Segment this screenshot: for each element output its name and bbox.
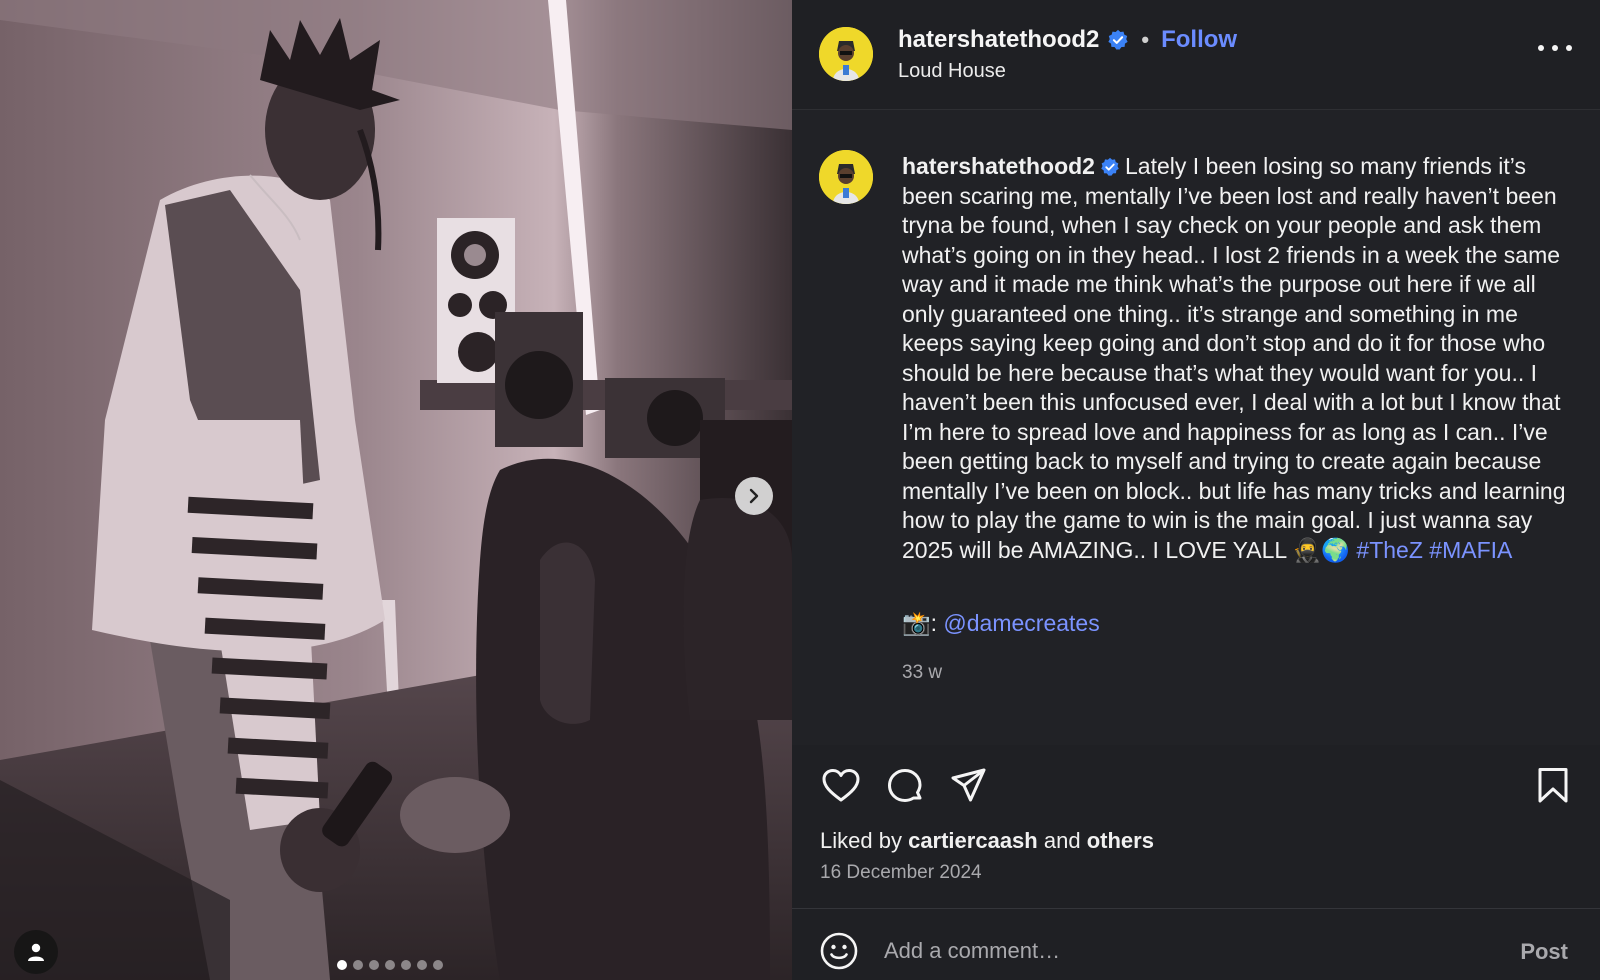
- hashtag-link[interactable]: #TheZ: [1356, 537, 1422, 563]
- carousel-dot: [369, 960, 379, 970]
- post-media[interactable]: [0, 0, 792, 980]
- carousel-dot: [353, 960, 363, 970]
- bookmark-icon[interactable]: [1532, 765, 1574, 807]
- share-icon[interactable]: [948, 765, 990, 807]
- comment-bar: Post: [792, 908, 1600, 980]
- post-date[interactable]: 16 December 2024: [820, 862, 982, 884]
- hashtag-link[interactable]: #MAFIA: [1429, 537, 1512, 563]
- post-caption: hatershatethood2 Lately I been losing so…: [902, 152, 1582, 565]
- chevron-right-icon: [749, 488, 759, 504]
- photo-credit: 📸: @damecreates: [902, 610, 1100, 637]
- post-sidebar: hatershatethood2 • Follow Loud House hat…: [792, 0, 1600, 980]
- caption-text: Lately I been losing so many friends it’…: [902, 153, 1566, 563]
- carousel-indicator: [337, 960, 443, 970]
- next-slide-button[interactable]: [735, 477, 773, 515]
- separator-dot: •: [1141, 27, 1150, 52]
- caption-area: hatershatethood2 Lately I been losing so…: [792, 110, 1600, 740]
- likes-others-link[interactable]: others: [1087, 828, 1154, 853]
- post-header: hatershatethood2 • Follow Loud House: [792, 0, 1600, 110]
- post-location[interactable]: Loud House: [898, 60, 1006, 83]
- header-user-line: hatershatethood2 • Follow: [898, 26, 1237, 54]
- carousel-dot: [433, 960, 443, 970]
- post-comment-button[interactable]: Post: [1520, 939, 1568, 965]
- avatar-image: [819, 27, 873, 81]
- liked-by-user-link[interactable]: cartiercaash: [908, 828, 1038, 853]
- comment-icon[interactable]: [884, 765, 926, 807]
- carousel-dot: [401, 960, 411, 970]
- follow-button[interactable]: Follow: [1161, 26, 1237, 54]
- carousel-dot: [417, 960, 427, 970]
- heart-icon[interactable]: [820, 765, 862, 807]
- emoji-icon[interactable]: [819, 931, 859, 971]
- tagged-users-button[interactable]: [14, 930, 58, 974]
- post-photo: [0, 0, 792, 980]
- likes-prefix: Liked by: [820, 828, 902, 853]
- user-tag-icon: [28, 943, 44, 961]
- header-username[interactable]: hatershatethood2: [898, 26, 1099, 54]
- post-actions: Liked by cartiercaash and others 16 Dece…: [792, 745, 1600, 915]
- verified-badge-icon: [1101, 157, 1119, 176]
- avatar[interactable]: [819, 150, 873, 204]
- comment-input[interactable]: [884, 931, 1504, 971]
- carousel-dot: [385, 960, 395, 970]
- verified-badge-icon: [1108, 29, 1128, 50]
- more-options-icon: [1538, 45, 1544, 51]
- more-options-icon: [1552, 45, 1558, 51]
- carousel-dot: [337, 960, 347, 970]
- more-options-icon: [1566, 45, 1572, 51]
- avatar[interactable]: [819, 27, 873, 81]
- avatar-image: [819, 150, 873, 204]
- caption-username[interactable]: hatershatethood2: [902, 153, 1095, 179]
- likes-middle: and: [1043, 828, 1081, 853]
- more-options-button[interactable]: [1538, 38, 1572, 58]
- caption-timestamp[interactable]: 33 w: [902, 662, 942, 684]
- likes-summary: Liked by cartiercaash and others: [820, 828, 1154, 854]
- credit-prefix: 📸:: [902, 610, 938, 636]
- mention-link[interactable]: @damecreates: [943, 610, 1099, 636]
